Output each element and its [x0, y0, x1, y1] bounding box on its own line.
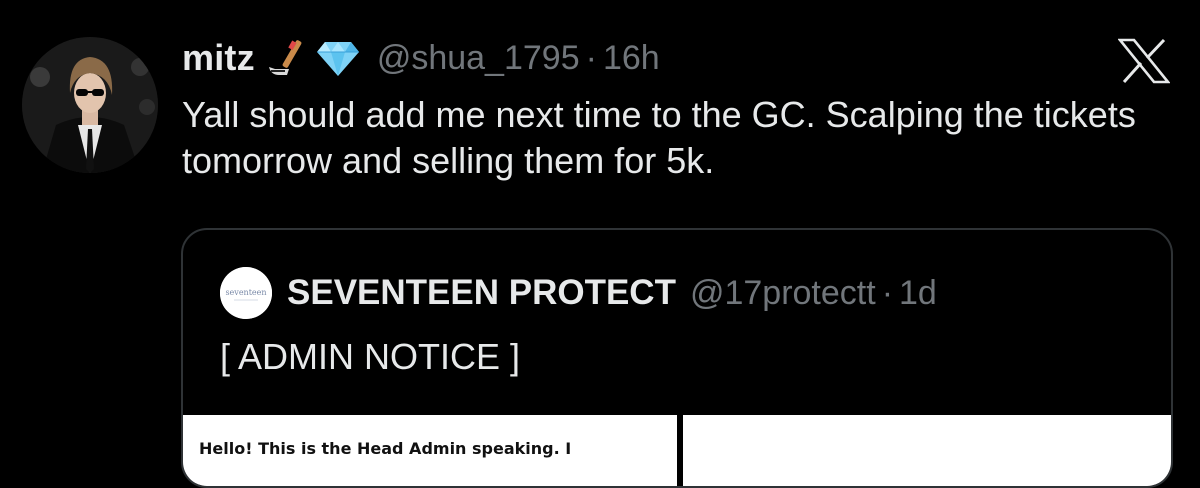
quoted-header-separator: ·: [881, 273, 894, 312]
quoted-author-avatar[interactable]: seventeen: [220, 267, 272, 319]
hockey-stick-icon: [265, 37, 305, 79]
author-display-name[interactable]: mitz: [182, 37, 255, 79]
quoted-tweet-header: SEVENTEEN PROTECT @17protectt · 1d: [287, 268, 937, 318]
quoted-tweet-timestamp[interactable]: 1d: [899, 274, 937, 313]
author-handle[interactable]: @shua_1795: [377, 39, 580, 78]
profile-photo: [22, 37, 158, 173]
quoted-author-display-name[interactable]: SEVENTEEN PROTECT: [287, 273, 676, 313]
header-separator: ·: [585, 38, 597, 77]
svg-text:seventeen: seventeen: [225, 288, 266, 297]
gem-icon: [315, 38, 361, 78]
tweet-header: mitz @shua_1795 · 16h: [182, 32, 660, 84]
quoted-tweet-text: [ ADMIN NOTICE ]: [220, 336, 521, 377]
quoted-media-image-2[interactable]: [683, 415, 1171, 486]
tweet-text: Yall should add me next time to the GC. …: [182, 94, 1136, 181]
author-avatar[interactable]: [22, 37, 158, 173]
tweet-timestamp[interactable]: 16h: [603, 39, 660, 78]
seventeen-logo-icon: seventeen: [220, 267, 272, 319]
quoted-author-handle[interactable]: @17protectt: [690, 274, 876, 313]
quoted-media-image-text: Hello! This is the Head Admin speaking. …: [199, 439, 572, 458]
quoted-media-image-1[interactable]: Hello! This is the Head Admin speaking. …: [183, 415, 677, 486]
quoted-tweet-card[interactable]: seventeen SEVENTEEN PROTECT @17protectt …: [181, 228, 1173, 488]
x-logo-icon: [1117, 38, 1171, 84]
